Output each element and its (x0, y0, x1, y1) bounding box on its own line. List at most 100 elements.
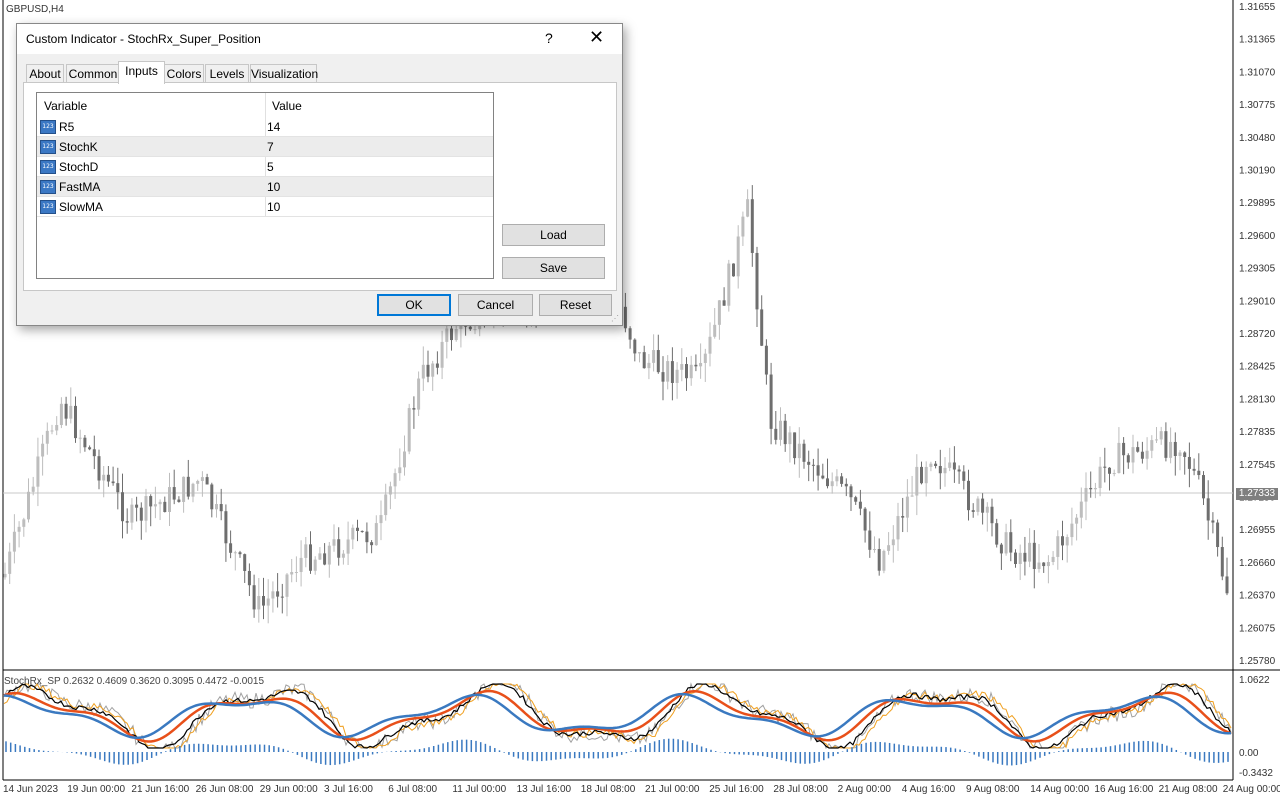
custom-indicator-dialog: Custom Indicator - StochRx_Super_Positio… (16, 23, 623, 326)
candle-body (271, 591, 275, 599)
candle-body (732, 263, 735, 277)
candle-body (722, 300, 726, 306)
time-tick-label: 25 Jul 16:00 (709, 784, 764, 795)
tab-visualization[interactable]: Visualization (250, 64, 318, 83)
indicator-tick-label: 0.00 (1239, 748, 1259, 759)
price-tick-label: 1.26955 (1239, 525, 1276, 536)
candle-body (934, 463, 938, 466)
help-icon[interactable]: ? (545, 30, 553, 46)
candle-body (36, 456, 40, 487)
candle-body (440, 341, 444, 368)
candle-body (1093, 488, 1097, 490)
close-icon[interactable]: ✕ (589, 27, 604, 48)
candle-body (266, 598, 270, 606)
candle-body (948, 462, 952, 468)
candle-body (323, 553, 327, 565)
candle-body (285, 574, 289, 597)
input-row-stochk[interactable]: 123 StochK 7 (37, 137, 493, 157)
input-row-r5[interactable]: 123 R5 14 (37, 117, 493, 137)
price-tick-label: 1.30775 (1239, 100, 1276, 111)
time-tick-label: 6 Jul 08:00 (388, 784, 437, 795)
time-tick-label: 14 Aug 00:00 (1030, 784, 1089, 795)
candle-body (403, 451, 406, 468)
candle-body (130, 504, 134, 523)
candle-body (1075, 517, 1079, 524)
price-tick-label: 1.26370 (1239, 591, 1276, 602)
candle-body (445, 328, 449, 342)
candle-body (257, 596, 261, 610)
candle-body (243, 554, 247, 571)
price-tick-label: 1.28425 (1239, 362, 1276, 373)
reset-button[interactable]: Reset (539, 294, 612, 316)
candle-body (233, 552, 237, 554)
price-tick-label: 1.29305 (1239, 264, 1276, 275)
candle-body (981, 498, 985, 513)
header-value: Value (272, 99, 302, 113)
input-row-fastma[interactable]: 123 FastMA 10 (37, 177, 493, 197)
dialog-titlebar[interactable]: Custom Indicator - StochRx_Super_Positio… (17, 24, 622, 54)
candle-body (680, 364, 684, 370)
row-value[interactable]: 10 (267, 200, 280, 214)
row-value[interactable]: 5 (267, 160, 274, 174)
price-tick-label: 1.29600 (1239, 231, 1276, 242)
cancel-button[interactable]: Cancel (458, 294, 533, 316)
candle-body (346, 539, 350, 554)
ok-button[interactable]: OK (377, 294, 451, 316)
candle-body (1122, 442, 1126, 456)
price-tick-label: 1.25780 (1239, 656, 1276, 667)
candle-body (877, 549, 881, 571)
row-variable: StochD (59, 160, 99, 174)
tab-about[interactable]: About (26, 64, 64, 83)
candle-body (952, 462, 956, 470)
indicator-tick-label: 1.0622 (1239, 675, 1270, 686)
save-button[interactable]: Save (502, 257, 605, 279)
input-row-slowma[interactable]: 123 SlowMA 10 (37, 197, 493, 217)
candle-body (985, 506, 989, 513)
candle-body (215, 504, 218, 510)
candle-body (74, 405, 77, 439)
candle-body (177, 499, 181, 502)
candle-body (689, 364, 693, 379)
inputs-grid[interactable]: Variable Value 123 R5 14 123 StochK 7 12… (36, 92, 494, 279)
input-row-stochd[interactable]: 123 StochD 5 (37, 157, 493, 177)
candle-body (1089, 487, 1093, 490)
candle-body (64, 403, 68, 419)
candle-body (835, 476, 839, 482)
candle-body (1028, 542, 1032, 562)
row-value[interactable]: 7 (267, 140, 274, 154)
candle-body (769, 374, 773, 429)
candle-body (633, 339, 637, 354)
integer-type-icon: 123 (40, 160, 56, 174)
candle-body (1183, 452, 1187, 457)
candle-body (41, 443, 45, 457)
row-value[interactable]: 10 (267, 180, 280, 194)
tab-common[interactable]: Common (66, 64, 120, 83)
row-variable: StochK (59, 140, 98, 154)
candle-body (938, 465, 942, 474)
time-tick-label: 21 Jun 16:00 (131, 784, 189, 795)
time-tick-label: 24 Aug 00:00 (1223, 784, 1280, 795)
candle-body (858, 501, 862, 509)
price-tick-label: 1.30480 (1239, 133, 1276, 144)
indicator-caption: StochRx_SP 0.2632 0.4609 0.3620 0.3095 0… (4, 676, 265, 687)
candle-body (802, 443, 806, 462)
resize-grip-icon[interactable]: ⋰ (611, 314, 620, 323)
candle-body (1018, 552, 1022, 564)
candle-body (106, 474, 110, 482)
row-value[interactable]: 14 (267, 120, 280, 134)
candle-body (290, 572, 294, 575)
candle-body (8, 551, 12, 574)
candle-body (999, 544, 1003, 554)
row-variable: SlowMA (59, 200, 104, 214)
tab-colors[interactable]: Colors (164, 64, 204, 83)
time-tick-label: 14 Jun 2023 (3, 784, 58, 795)
tab-levels[interactable]: Levels (205, 64, 249, 83)
candle-body (351, 527, 355, 540)
candle-body (55, 425, 59, 431)
tab-inputs[interactable]: Inputs (118, 61, 165, 84)
candle-body (1032, 542, 1036, 569)
candle-body (797, 443, 801, 459)
candle-body (88, 447, 92, 450)
load-button[interactable]: Load (502, 224, 605, 246)
candle-body (468, 326, 472, 330)
